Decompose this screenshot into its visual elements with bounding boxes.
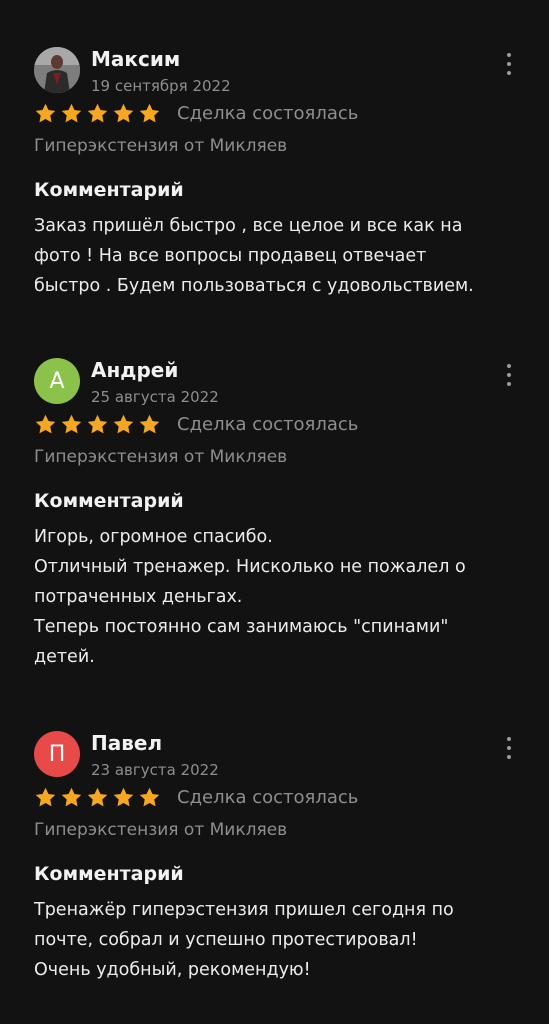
rating-row: Сделка состоялась bbox=[34, 784, 358, 810]
rating-stars bbox=[34, 786, 164, 809]
star-icon bbox=[35, 787, 56, 806]
more-vertical-icon[interactable] bbox=[502, 737, 516, 759]
comment-line: почте, собрал и успешно протестировал! bbox=[34, 930, 418, 950]
review-card: А Андрей 25 августа 2022 Сделка состояла… bbox=[0, 358, 549, 718]
comment-heading: Комментарий bbox=[34, 490, 184, 512]
rating-row: Сделка состоялась bbox=[34, 411, 358, 437]
deal-status: Сделка состоялась bbox=[177, 413, 359, 435]
star-icon bbox=[113, 414, 134, 433]
review-card: Максим 19 сентября 2022 Сделка состоялас… bbox=[0, 47, 549, 347]
comment-line: Теперь постоянно сам занимаюсь "спинами" bbox=[34, 617, 449, 637]
review-card: П Павел 23 августа 2022 Сделка состоялас… bbox=[0, 731, 549, 1021]
star-icon bbox=[139, 787, 160, 806]
reviewer-name: Павел bbox=[91, 731, 163, 755]
review-date: 25 августа 2022 bbox=[91, 388, 219, 406]
avatar-letter: А bbox=[49, 368, 65, 394]
star-icon bbox=[61, 414, 82, 433]
star-icon bbox=[139, 103, 160, 122]
rating-stars bbox=[34, 102, 164, 125]
star-icon bbox=[61, 103, 82, 122]
comment-text: Игорь, огромное спасибо. Отличный тренаж… bbox=[34, 522, 524, 672]
rating-row: Сделка состоялась bbox=[34, 100, 358, 126]
more-vertical-icon[interactable] bbox=[502, 53, 516, 75]
deal-status: Сделка состоялась bbox=[177, 102, 359, 124]
star-icon bbox=[35, 103, 56, 122]
comment-line: быстро . Будем пользоваться с удовольств… bbox=[34, 276, 474, 296]
comment-heading: Комментарий bbox=[34, 179, 184, 201]
review-date: 19 сентября 2022 bbox=[91, 77, 231, 95]
review-date: 23 августа 2022 bbox=[91, 761, 219, 779]
more-vertical-icon[interactable] bbox=[502, 364, 516, 386]
comment-line: Игорь, огромное спасибо. bbox=[34, 527, 273, 547]
star-icon bbox=[61, 787, 82, 806]
reviewer-name: Андрей bbox=[91, 358, 179, 382]
comment-heading: Комментарий bbox=[34, 863, 184, 885]
product-name[interactable]: Гиперэкстензия от Микляев bbox=[34, 820, 287, 840]
rating-stars bbox=[34, 413, 164, 436]
avatar-letter: П bbox=[48, 741, 66, 767]
comment-line: потраченных деньгах. bbox=[34, 587, 243, 607]
comment-line: фото ! На все вопросы продавец отвечает bbox=[34, 246, 427, 266]
star-icon bbox=[87, 103, 108, 122]
comment-text: Тренажёр гиперэстензия пришел сегодня по… bbox=[34, 895, 524, 985]
star-icon bbox=[35, 414, 56, 433]
comment-line: Очень удобный, рекомендую! bbox=[34, 960, 311, 980]
avatar[interactable]: П bbox=[34, 731, 80, 777]
star-icon bbox=[113, 103, 134, 122]
reviewer-name: Максим bbox=[91, 47, 181, 71]
comment-line: детей. bbox=[34, 647, 95, 667]
comment-line: Отличный тренажер. Нисколько не пожалел … bbox=[34, 557, 466, 577]
avatar[interactable]: А bbox=[34, 358, 80, 404]
star-icon bbox=[87, 414, 108, 433]
product-name[interactable]: Гиперэкстензия от Микляев bbox=[34, 447, 287, 467]
star-icon bbox=[113, 787, 134, 806]
star-icon bbox=[139, 414, 160, 433]
deal-status: Сделка состоялась bbox=[177, 786, 359, 808]
user-photo-icon bbox=[34, 47, 80, 93]
comment-line: Заказ пришёл быстро , все целое и все ка… bbox=[34, 216, 463, 236]
avatar[interactable] bbox=[34, 47, 80, 93]
comment-line: Тренажёр гиперэстензия пришел сегодня по bbox=[34, 900, 454, 920]
star-icon bbox=[87, 787, 108, 806]
comment-text: Заказ пришёл быстро , все целое и все ка… bbox=[34, 211, 524, 301]
product-name[interactable]: Гиперэкстензия от Микляев bbox=[34, 136, 287, 156]
